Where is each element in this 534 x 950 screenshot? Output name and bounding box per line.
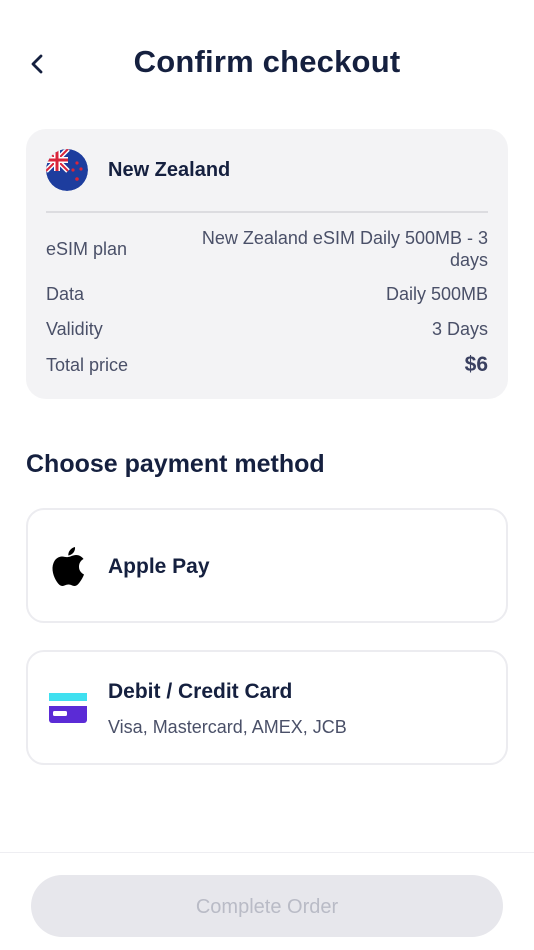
credit-card-icon [48, 688, 88, 728]
divider [46, 211, 488, 213]
footer-divider [0, 852, 534, 853]
page-title: Confirm checkout [133, 44, 401, 79]
data-label: Data [46, 284, 85, 304]
summary-row-plan: eSIM plan New Zealand eSIM Daily 500MB -… [46, 227, 488, 271]
country-name: New Zealand [108, 158, 231, 181]
validity-label: Validity [46, 319, 103, 339]
total-value: $6 [464, 353, 488, 376]
summary-row-data: Data Daily 500MB [46, 284, 488, 305]
summary-row-validity: Validity 3 Days [46, 319, 488, 340]
apple-pay-title: Apple Pay [108, 555, 210, 578]
apple-pay-option[interactable]: Apple Pay [26, 508, 508, 623]
total-label: Total price [46, 354, 129, 375]
card-payment-subtitle: Visa, Mastercard, AMEX, JCB [108, 717, 347, 737]
validity-value: 3 Days [431, 319, 488, 339]
card-payment-option[interactable]: Debit / Credit Card Visa, Mastercard, AM… [26, 650, 508, 765]
plan-label: eSIM plan [46, 239, 128, 259]
order-summary-card: New Zealand eSIM plan New Zealand eSIM D… [26, 129, 508, 399]
summary-row-total: Total price $6 [46, 353, 488, 377]
new-zealand-flag-icon [46, 149, 88, 191]
data-value: Daily 500MB [385, 284, 488, 304]
apple-icon [48, 546, 88, 586]
plan-value: New Zealand eSIM Daily 500MB - 3 days [201, 228, 488, 270]
card-payment-title: Debit / Credit Card [108, 680, 293, 703]
header: Confirm checkout [0, 0, 534, 130]
country-row: New Zealand [46, 149, 230, 191]
complete-order-button[interactable]: Complete Order [31, 875, 503, 937]
payment-section-title: Choose payment method [26, 450, 325, 478]
